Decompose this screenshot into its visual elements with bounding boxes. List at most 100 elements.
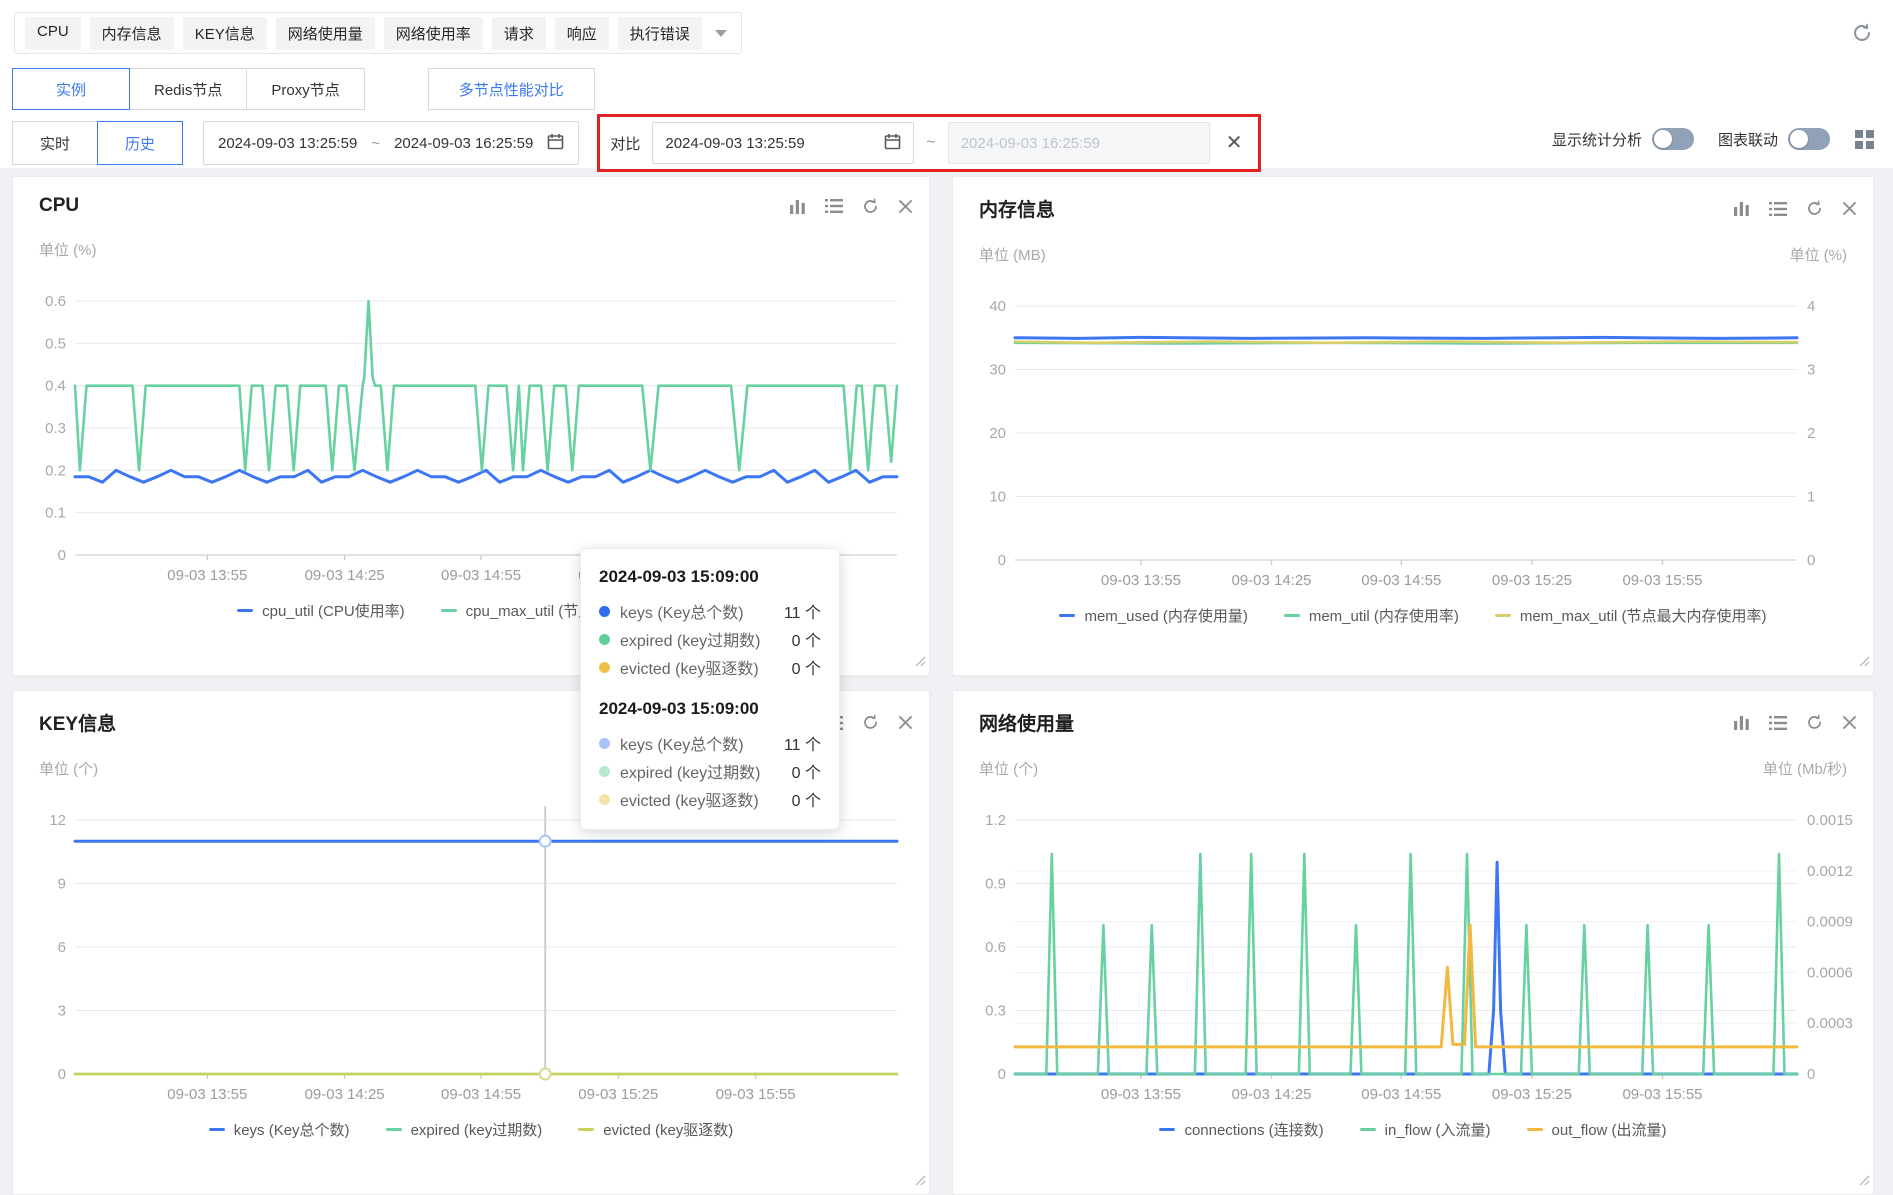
list-icon[interactable] (1769, 715, 1787, 731)
chart-area[interactable]: 00.00030.00060.00090.00120.001500.30.60.… (953, 780, 1873, 1115)
scope-row: 实例Redis节点Proxy节点 多节点性能对比 (12, 68, 595, 110)
refresh-icon[interactable] (1806, 200, 1823, 217)
series-dot-icon (599, 766, 610, 777)
caret-down-icon[interactable] (715, 30, 727, 37)
svg-text:12: 12 (49, 812, 66, 829)
svg-text:6: 6 (58, 939, 66, 956)
svg-text:09-03 15:25: 09-03 15:25 (1492, 1086, 1572, 1103)
unit-right-label: 单位 (Mb/秒) (1763, 758, 1847, 778)
svg-text:0.0003: 0.0003 (1807, 1015, 1853, 1032)
chart-legend: mem_used (内存使用量) mem_util (内存使用率) mem_max_… (953, 605, 1873, 626)
svg-text:09-03 14:25: 09-03 14:25 (1231, 1086, 1311, 1103)
metric-tab-CPU[interactable]: CPU (25, 17, 81, 50)
time-range-picker[interactable]: 2024-09-03 13:25:59 ~ 2024-09-03 16:25:5… (203, 121, 579, 165)
realtime-button[interactable]: 实时 (12, 121, 98, 165)
metric-tab-执行错误[interactable]: 执行错误 (618, 17, 702, 50)
compare-separator: ~ (926, 134, 935, 152)
chart-area[interactable]: 0123401020304009-03 13:5509-03 14:2509-0… (953, 266, 1873, 601)
scope-tab-Redis节点[interactable]: Redis节点 (129, 68, 247, 110)
tooltip-series-label: keys (Key总个数) (620, 599, 744, 623)
panel-header: 内存信息 (953, 177, 1873, 222)
legend-dash (386, 1128, 402, 1131)
unit-right-label: 单位 (%) (1790, 244, 1848, 264)
page-refresh-icon[interactable] (1851, 22, 1873, 49)
list-icon[interactable] (1769, 201, 1787, 217)
unit-left-label: 单位 (个) (39, 758, 98, 778)
close-icon[interactable] (1842, 201, 1857, 216)
svg-text:20: 20 (989, 425, 1006, 442)
calendar-icon[interactable] (547, 133, 564, 154)
legend-label: keys (Key总个数) (234, 1119, 350, 1140)
refresh-icon[interactable] (862, 198, 879, 215)
legend-item[interactable]: out_flow (出流量) (1527, 1119, 1667, 1140)
svg-text:3: 3 (1807, 362, 1815, 379)
tooltip-row: evicted (key驱逐数)0 个 (599, 653, 821, 681)
svg-text:4: 4 (1807, 298, 1815, 315)
bar-chart-icon[interactable] (1733, 714, 1750, 731)
legend-item[interactable]: connections (连接数) (1159, 1119, 1323, 1140)
legend-item[interactable]: in_flow (入流量) (1360, 1119, 1491, 1140)
metric-tab-网络使用量[interactable]: 网络使用量 (276, 17, 375, 50)
panel-title: 内存信息 (979, 195, 1055, 222)
metric-tab-网络使用率[interactable]: 网络使用率 (384, 17, 483, 50)
legend-item[interactable]: expired (key过期数) (386, 1119, 543, 1140)
svg-text:09-03 14:25: 09-03 14:25 (305, 567, 385, 584)
compare-clear-icon[interactable]: ✕ (1222, 133, 1247, 153)
legend-item[interactable]: mem_max_util (节点最大内存使用率) (1495, 605, 1767, 626)
range-separator: ~ (371, 135, 380, 152)
legend-dash (1159, 1128, 1175, 1131)
legend-dash (1059, 614, 1075, 617)
resize-handle[interactable] (913, 654, 926, 672)
stats-toggle[interactable] (1652, 128, 1694, 150)
svg-text:0.0006: 0.0006 (1807, 964, 1853, 981)
grid-layout-icon[interactable] (1854, 129, 1875, 150)
bar-chart-icon[interactable] (1733, 200, 1750, 217)
legend-item[interactable]: mem_used (内存使用量) (1059, 605, 1247, 626)
metric-tab-请求[interactable]: 请求 (492, 17, 546, 50)
resize-handle[interactable] (1857, 1173, 1870, 1191)
svg-text:09-03 15:25: 09-03 15:25 (578, 1086, 658, 1103)
multi-node-compare-button[interactable]: 多节点性能对比 (428, 68, 595, 110)
panel-title: CPU (39, 195, 79, 217)
legend-item[interactable]: keys (Key总个数) (209, 1119, 350, 1140)
legend-item[interactable]: mem_util (内存使用率) (1284, 605, 1459, 626)
close-icon[interactable] (898, 199, 913, 214)
range-start: 2024-09-03 13:25:59 (218, 135, 357, 152)
scope-tab-Proxy节点[interactable]: Proxy节点 (246, 68, 364, 110)
tooltip-series-value: 0 个 (792, 627, 821, 651)
legend-label: cpu_util (CPU使用率) (262, 600, 405, 621)
series-dot-icon (599, 662, 610, 673)
legend-label: mem_max_util (节点最大内存使用率) (1520, 605, 1767, 626)
metric-tab-响应[interactable]: 响应 (555, 17, 609, 50)
resize-handle[interactable] (913, 1173, 926, 1191)
legend-dash (1284, 614, 1300, 617)
close-icon[interactable] (1842, 715, 1857, 730)
chart-area[interactable]: 03691209-03 13:5509-03 14:2509-03 14:550… (13, 780, 929, 1115)
legend-label: expired (key过期数) (411, 1119, 543, 1140)
svg-text:0.0012: 0.0012 (1807, 863, 1853, 880)
compare-start-input[interactable]: 2024-09-03 13:25:59 (652, 122, 914, 164)
svg-text:0.3: 0.3 (985, 1003, 1006, 1020)
list-icon[interactable] (825, 198, 843, 214)
chart-area[interactable]: 00.10.20.30.40.50.609-03 13:5509-03 14:2… (13, 261, 929, 596)
refresh-icon[interactable] (862, 714, 879, 731)
bar-chart-icon[interactable] (789, 198, 806, 215)
compare-label: 对比 (610, 133, 640, 154)
metric-tab-KEY信息[interactable]: KEY信息 (183, 17, 267, 50)
series-dot-icon (599, 606, 610, 617)
history-button[interactable]: 历史 (97, 121, 183, 165)
svg-text:09-03 15:25: 09-03 15:25 (1492, 572, 1572, 589)
calendar-icon[interactable] (884, 133, 901, 154)
chart-link-toggle[interactable] (1788, 128, 1830, 150)
metric-tab-内存信息[interactable]: 内存信息 (90, 17, 174, 50)
refresh-icon[interactable] (1806, 714, 1823, 731)
legend-item[interactable]: cpu_util (CPU使用率) (237, 600, 405, 621)
svg-text:0: 0 (1807, 1066, 1815, 1083)
scope-tab-实例[interactable]: 实例 (12, 68, 130, 110)
resize-handle[interactable] (1857, 654, 1870, 672)
series-dot-icon (599, 738, 610, 749)
tooltip-row: keys (Key总个数)11 个 (599, 597, 821, 625)
chart-tooltip: 2024-09-03 15:09:00keys (Key总个数)11 个expi… (580, 548, 840, 830)
legend-item[interactable]: evicted (key驱逐数) (578, 1119, 733, 1140)
close-icon[interactable] (898, 715, 913, 730)
